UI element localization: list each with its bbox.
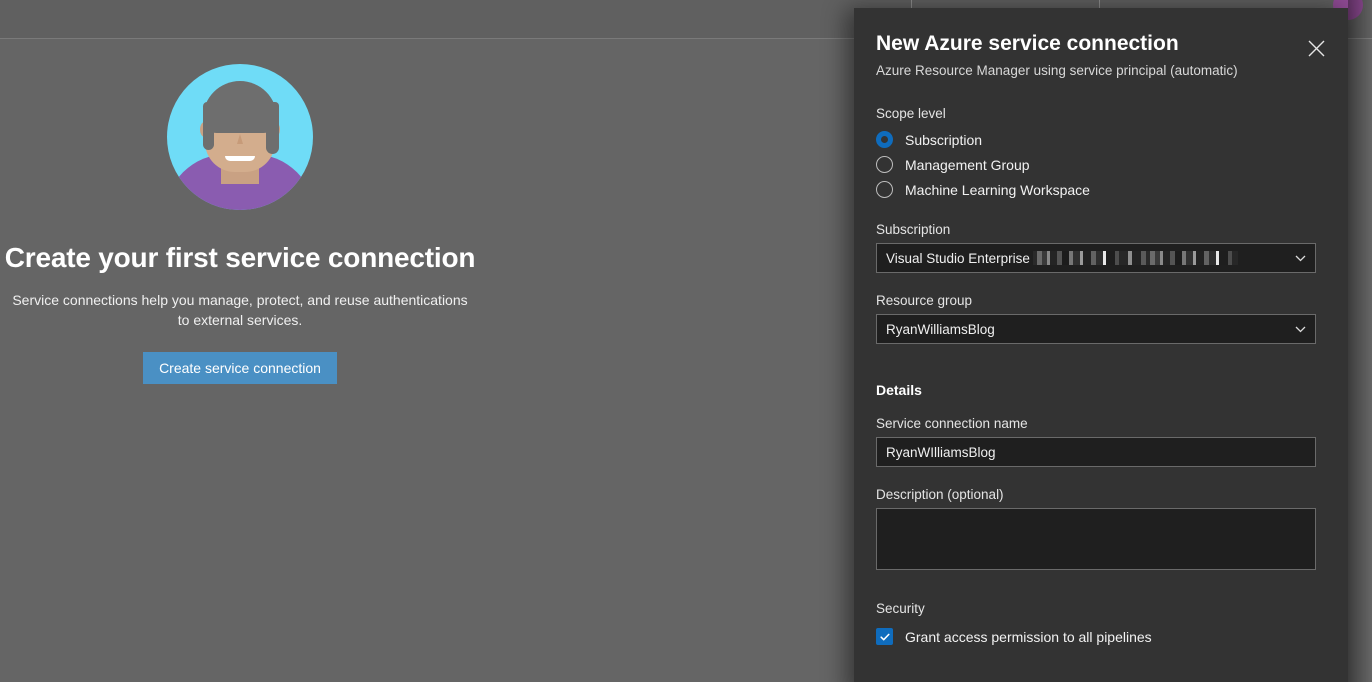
description-label: Description (optional) (876, 487, 1326, 502)
resource-group-value: RyanWilliamsBlog (886, 322, 995, 337)
radio-machine-learning-workspace-label: Machine Learning Workspace (905, 182, 1090, 198)
radio-management-group-label: Management Group (905, 157, 1030, 173)
service-connection-name-group: Service connection name (876, 416, 1326, 467)
radio-unselected-icon (876, 156, 893, 173)
chevron-down-icon (1294, 323, 1307, 336)
security-heading: Security (876, 601, 1326, 616)
service-connection-name-label: Service connection name (876, 416, 1326, 431)
new-azure-service-connection-panel: New Azure service connection Azure Resou… (854, 8, 1348, 682)
radio-management-group[interactable]: Management Group (876, 152, 1326, 177)
scope-level-group: Scope level Subscription Management Grou… (876, 106, 1326, 202)
resource-group-dropdown[interactable]: RyanWilliamsBlog (876, 314, 1316, 344)
resource-group-label: Resource group (876, 293, 1326, 308)
avatar-hair-side-left (203, 102, 214, 150)
description-group: Description (optional) (876, 487, 1326, 575)
app-root: Create your first service connection Ser… (0, 0, 1372, 682)
chevron-down-icon (1294, 252, 1307, 265)
create-service-connection-button[interactable]: Create service connection (143, 352, 337, 384)
empty-state: Create your first service connection Ser… (0, 64, 480, 384)
avatar-nose (237, 134, 243, 144)
subscription-value: Visual Studio Enterprise (886, 251, 1030, 266)
resource-group-group: Resource group RyanWilliamsBlog (876, 293, 1326, 344)
avatar-mouth (225, 156, 255, 161)
subscription-group: Subscription Visual Studio Enterprise (876, 222, 1326, 273)
subscription-dropdown[interactable]: Visual Studio Enterprise (876, 243, 1316, 273)
page-title: Create your first service connection (5, 242, 476, 274)
grant-access-checkbox-row[interactable]: Grant access permission to all pipelines (876, 628, 1326, 645)
empty-state-description: Service connections help you manage, pro… (5, 290, 475, 330)
service-connection-name-input[interactable] (876, 437, 1316, 467)
details-heading: Details (876, 382, 1326, 398)
panel-right-shadow (1348, 0, 1372, 682)
scope-level-label: Scope level (876, 106, 1326, 121)
checkmark-icon (876, 628, 893, 645)
panel-title: New Azure service connection (876, 30, 1326, 58)
subscription-label: Subscription (876, 222, 1326, 237)
radio-unselected-icon (876, 181, 893, 198)
radio-machine-learning-workspace[interactable]: Machine Learning Workspace (876, 177, 1326, 202)
panel-subtitle: Azure Resource Manager using service pri… (876, 62, 1326, 80)
close-icon[interactable] (1302, 34, 1330, 62)
radio-selected-icon (876, 131, 893, 148)
grant-access-label: Grant access permission to all pipelines (905, 629, 1152, 645)
radio-subscription[interactable]: Subscription (876, 127, 1326, 152)
description-textarea[interactable] (876, 508, 1316, 570)
radio-subscription-label: Subscription (905, 132, 982, 148)
subscription-redacted-value (1033, 251, 1238, 265)
person-avatar-illustration (167, 64, 313, 210)
